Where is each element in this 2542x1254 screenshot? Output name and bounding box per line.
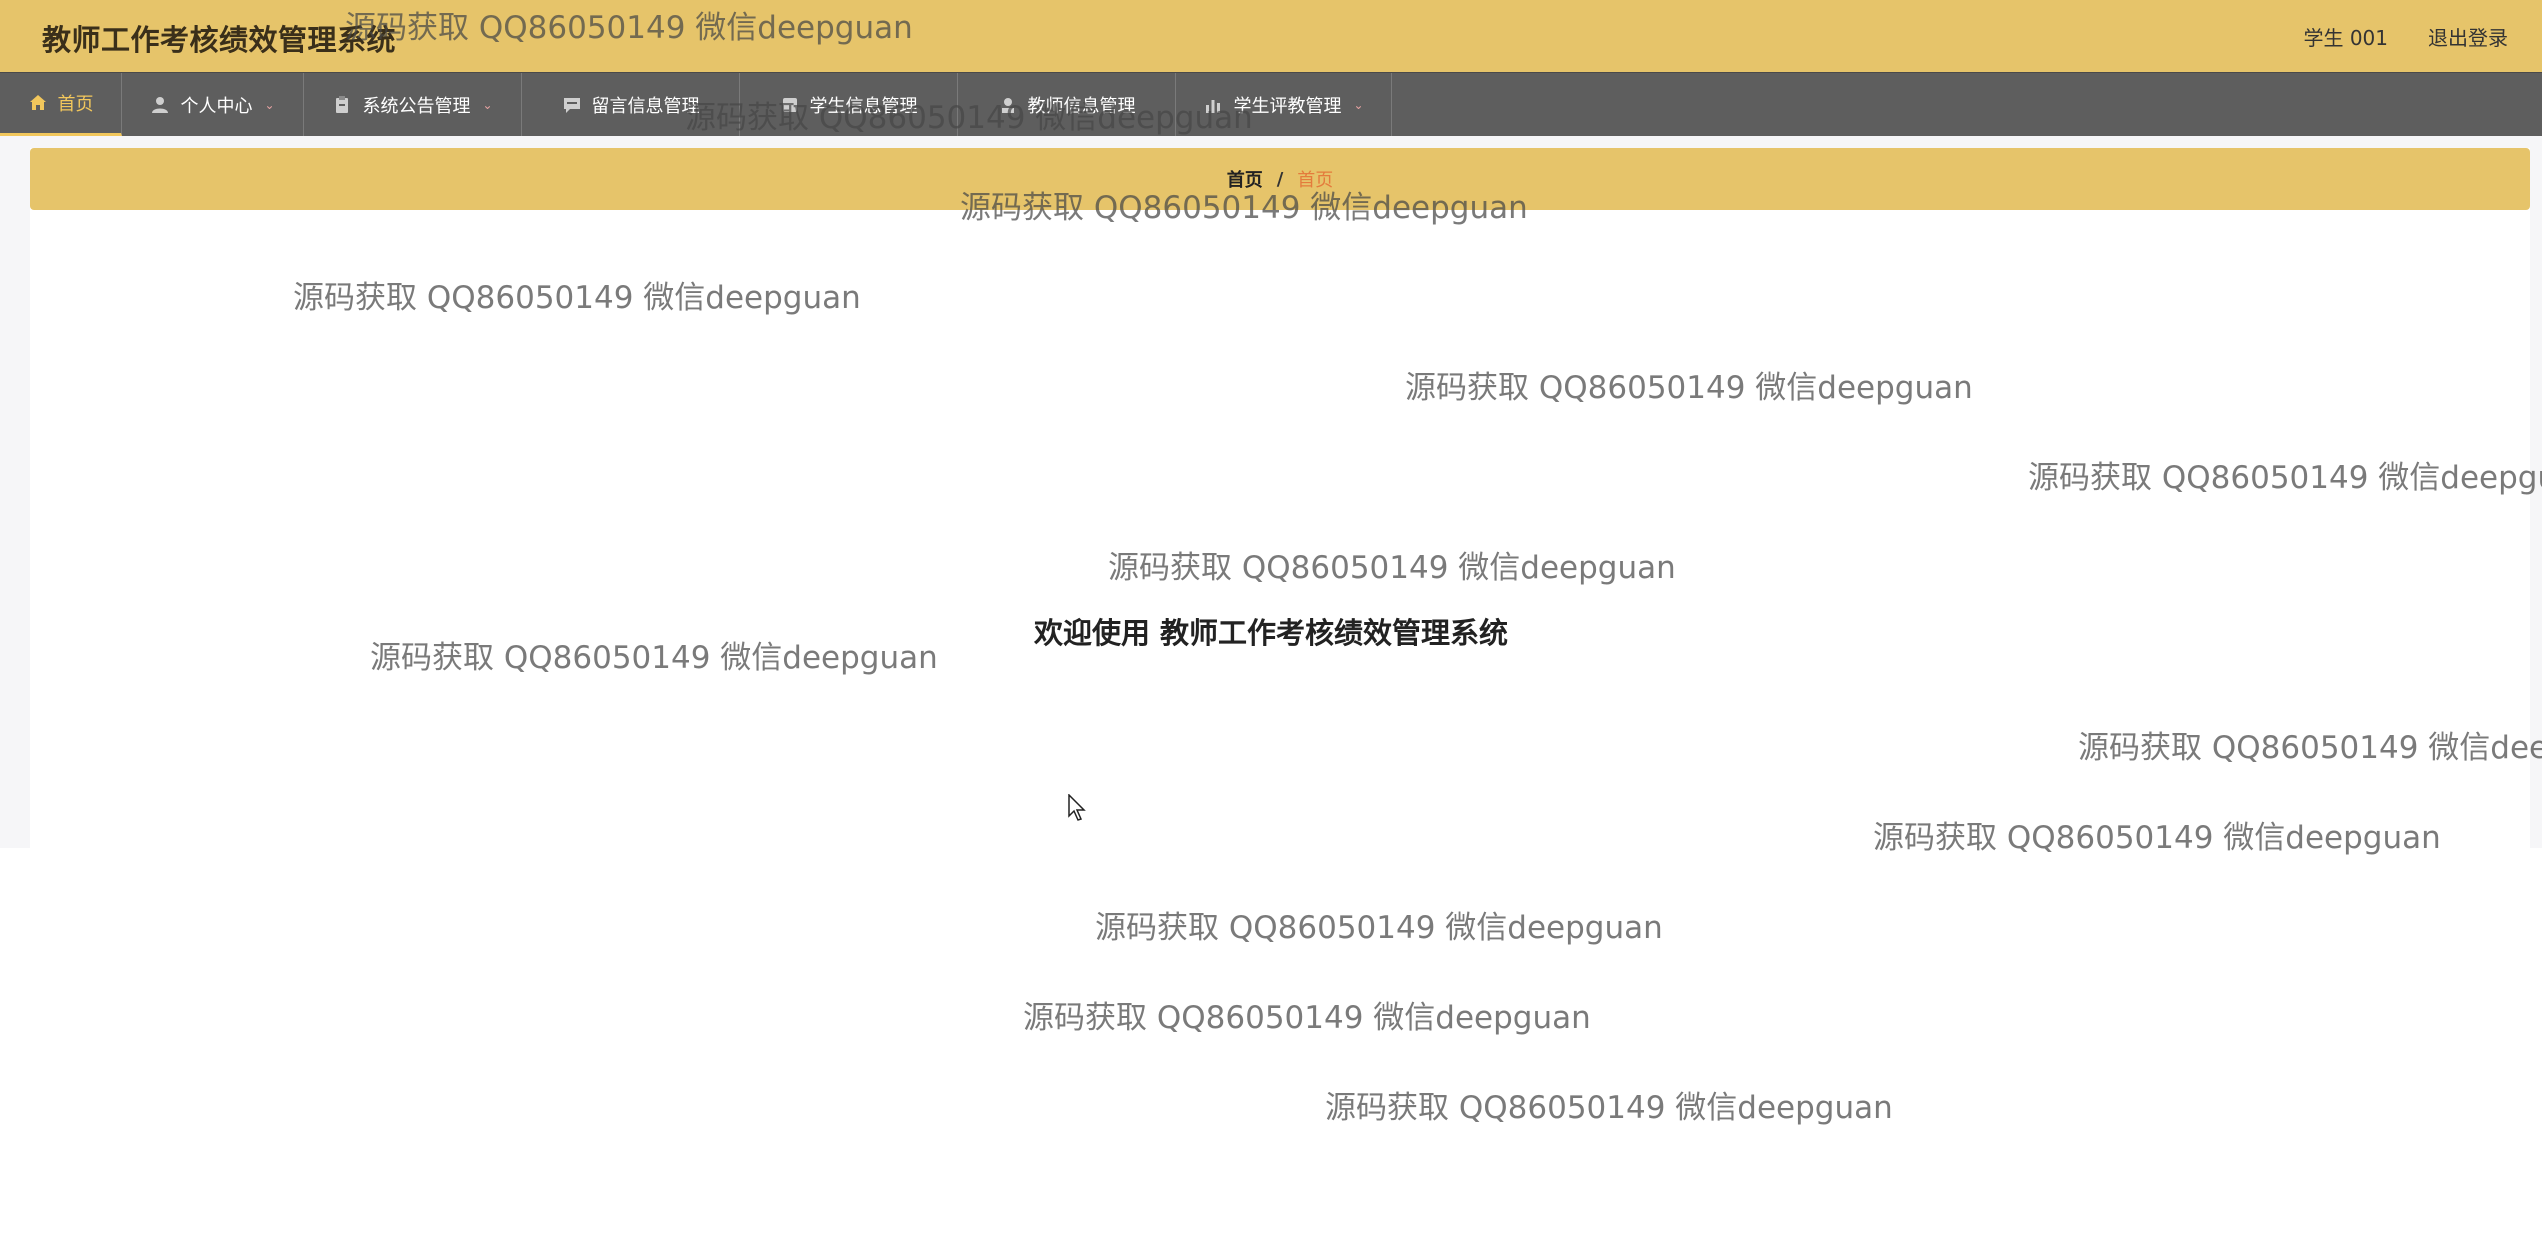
main-content <box>30 148 2530 848</box>
home-icon <box>28 93 48 113</box>
nav-item-personal-center[interactable]: 个人中心 ⌄ <box>122 73 304 136</box>
nav-item-students[interactable]: 学生信息管理 <box>740 73 958 136</box>
user-icon <box>150 95 170 115</box>
chevron-down-icon: ⌄ <box>1353 97 1364 112</box>
current-user: 学生 001 <box>2303 26 2388 50</box>
watermark: 源码获取 QQ86050149 微信deepguan <box>1023 1000 1591 1036</box>
clipboard-icon <box>332 95 352 115</box>
breadcrumb-current: 首页 <box>1297 170 1334 191</box>
nav-item-announcements[interactable]: 系统公告管理 ⌄ <box>304 73 522 136</box>
logout-link[interactable]: 退出登录 <box>2428 22 2508 51</box>
breadcrumb: 首页 / 首页 <box>30 148 2530 210</box>
nav-label: 学生评教管理 <box>1233 95 1342 117</box>
breadcrumb-home[interactable]: 首页 <box>1227 166 1263 192</box>
breadcrumb-separator: / <box>1276 168 1284 190</box>
chart-icon <box>1203 95 1223 115</box>
nav-item-evaluations[interactable]: 学生评教管理 ⌄ <box>1176 73 1392 136</box>
main-nav: 首页 个人中心 ⌄ 系统公告管理 ⌄ 留言信息管理 学生信息管理 教师信息管理 <box>0 72 2542 136</box>
nav-label: 学生信息管理 <box>809 95 918 117</box>
chevron-down-icon: ⌄ <box>264 97 275 112</box>
mouse-cursor-icon <box>1068 793 1088 822</box>
watermark: 源码获取 QQ86050149 微信deepguan <box>1095 910 1663 946</box>
header-user-area: 学生 001 退出登录 <box>2303 22 2508 51</box>
teacher-icon <box>998 95 1018 115</box>
welcome-message: 欢迎使用 教师工作考核绩效管理系统 <box>1033 616 1509 650</box>
nav-label: 留言信息管理 <box>591 95 700 117</box>
nav-label: 系统公告管理 <box>362 95 471 117</box>
chat-icon <box>562 95 582 115</box>
top-header: 教师工作考核绩效管理系统 学生 001 退出登录 <box>0 0 2542 72</box>
nav-label: 个人中心 <box>180 95 253 117</box>
app-title: 教师工作考核绩效管理系统 <box>42 23 397 57</box>
chevron-down-icon: ⌄ <box>482 97 493 112</box>
nav-item-messages[interactable]: 留言信息管理 <box>522 73 740 136</box>
nav-item-home[interactable]: 首页 <box>0 73 122 136</box>
watermark: 源码获取 QQ86050149 微信deepguan <box>1325 1090 1893 1126</box>
student-icon <box>780 95 800 115</box>
nav-item-teachers[interactable]: 教师信息管理 <box>958 73 1176 136</box>
nav-label: 教师信息管理 <box>1027 95 1136 117</box>
nav-label: 首页 <box>57 94 94 115</box>
